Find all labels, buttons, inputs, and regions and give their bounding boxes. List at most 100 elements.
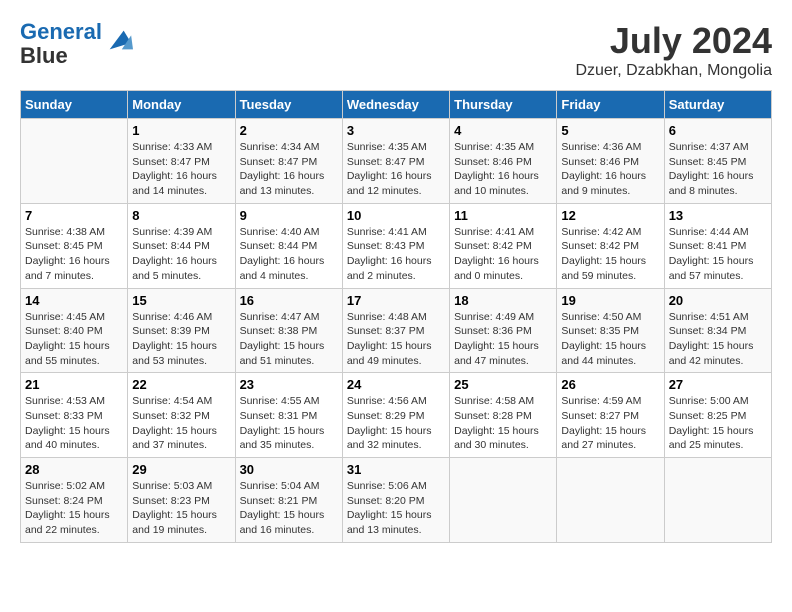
day-info: Sunrise: 4:48 AMSunset: 8:37 PMDaylight:… bbox=[347, 310, 445, 369]
day-info: Sunrise: 5:03 AMSunset: 8:23 PMDaylight:… bbox=[132, 479, 230, 538]
calendar-cell: 27 Sunrise: 5:00 AMSunset: 8:25 PMDayligh… bbox=[664, 373, 771, 458]
day-number: 28 bbox=[25, 462, 123, 477]
day-number: 21 bbox=[25, 377, 123, 392]
calendar-week-row: 14 Sunrise: 4:45 AMSunset: 8:40 PMDayligh… bbox=[21, 288, 772, 373]
day-info: Sunrise: 4:37 AMSunset: 8:45 PMDaylight:… bbox=[669, 140, 767, 199]
day-info: Sunrise: 4:41 AMSunset: 8:43 PMDaylight:… bbox=[347, 225, 445, 284]
calendar-cell: 3 Sunrise: 4:35 AMSunset: 8:47 PMDaylight… bbox=[342, 119, 449, 204]
day-info: Sunrise: 4:39 AMSunset: 8:44 PMDaylight:… bbox=[132, 225, 230, 284]
day-number: 7 bbox=[25, 208, 123, 223]
month-title: July 2024 bbox=[575, 20, 772, 62]
calendar-cell: 19Sunrise: 4:50 AMSunset: 8:35 PMDayligh… bbox=[557, 288, 664, 373]
day-of-week-header: Saturday bbox=[664, 91, 771, 119]
calendar-cell: 8 Sunrise: 4:39 AMSunset: 8:44 PMDaylight… bbox=[128, 203, 235, 288]
day-number: 18 bbox=[454, 293, 552, 308]
day-of-week-header: Sunday bbox=[21, 91, 128, 119]
calendar-cell: 5 Sunrise: 4:36 AMSunset: 8:46 PMDaylight… bbox=[557, 119, 664, 204]
calendar-cell: 7 Sunrise: 4:38 AMSunset: 8:45 PMDaylight… bbox=[21, 203, 128, 288]
day-number: 19 bbox=[561, 293, 659, 308]
day-number: 13 bbox=[669, 208, 767, 223]
calendar-cell: 22 Sunrise: 4:54 AMSunset: 8:32 PMDayligh… bbox=[128, 373, 235, 458]
day-number: 25 bbox=[454, 377, 552, 392]
calendar-cell: 17 Sunrise: 4:48 AMSunset: 8:37 PMDayligh… bbox=[342, 288, 449, 373]
calendar-cell: 20 Sunrise: 4:51 AMSunset: 8:34 PMDayligh… bbox=[664, 288, 771, 373]
day-of-week-header: Wednesday bbox=[342, 91, 449, 119]
day-number: 23 bbox=[240, 377, 338, 392]
day-info: Sunrise: 4:46 AMSunset: 8:39 PMDaylight:… bbox=[132, 310, 230, 369]
day-number: 6 bbox=[669, 123, 767, 138]
day-number: 30 bbox=[240, 462, 338, 477]
day-info: Sunrise: 4:34 AMSunset: 8:47 PMDaylight:… bbox=[240, 140, 338, 199]
day-number: 24 bbox=[347, 377, 445, 392]
calendar-cell bbox=[557, 458, 664, 543]
day-number: 10 bbox=[347, 208, 445, 223]
calendar-week-row: 28 Sunrise: 5:02 AMSunset: 8:24 PMDayligh… bbox=[21, 458, 772, 543]
day-number: 27 bbox=[669, 377, 767, 392]
calendar-cell: 9 Sunrise: 4:40 AMSunset: 8:44 PMDaylight… bbox=[235, 203, 342, 288]
day-of-week-header: Thursday bbox=[450, 91, 557, 119]
day-number: 20 bbox=[669, 293, 767, 308]
calendar-cell: 31Sunrise: 5:06 AMSunset: 8:20 PMDayligh… bbox=[342, 458, 449, 543]
day-info: Sunrise: 4:59 AMSunset: 8:27 PMDaylight:… bbox=[561, 394, 659, 453]
day-info: Sunrise: 4:49 AMSunset: 8:36 PMDaylight:… bbox=[454, 310, 552, 369]
day-number: 1 bbox=[132, 123, 230, 138]
day-info: Sunrise: 4:44 AMSunset: 8:41 PMDaylight:… bbox=[669, 225, 767, 284]
calendar-cell: 12 Sunrise: 4:42 AMSunset: 8:42 PMDayligh… bbox=[557, 203, 664, 288]
calendar-cell: 15 Sunrise: 4:46 AMSunset: 8:39 PMDayligh… bbox=[128, 288, 235, 373]
day-number: 3 bbox=[347, 123, 445, 138]
day-number: 29 bbox=[132, 462, 230, 477]
title-block: July 2024 Dzuer, Dzabkhan, Mongolia bbox=[575, 20, 772, 80]
logo-text: GeneralBlue bbox=[20, 20, 102, 68]
day-number: 16 bbox=[240, 293, 338, 308]
day-info: Sunrise: 4:33 AMSunset: 8:47 PMDaylight:… bbox=[132, 140, 230, 199]
day-number: 9 bbox=[240, 208, 338, 223]
calendar-cell: 14 Sunrise: 4:45 AMSunset: 8:40 PMDayligh… bbox=[21, 288, 128, 373]
calendar-table: SundayMondayTuesdayWednesdayThursdayFrid… bbox=[20, 90, 772, 543]
day-info: Sunrise: 4:55 AMSunset: 8:31 PMDaylight:… bbox=[240, 394, 338, 453]
day-number: 17 bbox=[347, 293, 445, 308]
day-info: Sunrise: 4:38 AMSunset: 8:45 PMDaylight:… bbox=[25, 225, 123, 284]
calendar-week-row: 21 Sunrise: 4:53 AMSunset: 8:33 PMDayligh… bbox=[21, 373, 772, 458]
day-number: 11 bbox=[454, 208, 552, 223]
day-info: Sunrise: 4:51 AMSunset: 8:34 PMDaylight:… bbox=[669, 310, 767, 369]
calendar-cell bbox=[450, 458, 557, 543]
day-info: Sunrise: 4:36 AMSunset: 8:46 PMDaylight:… bbox=[561, 140, 659, 199]
day-info: Sunrise: 4:54 AMSunset: 8:32 PMDaylight:… bbox=[132, 394, 230, 453]
calendar-cell: 13 Sunrise: 4:44 AMSunset: 8:41 PMDayligh… bbox=[664, 203, 771, 288]
day-info: Sunrise: 4:56 AMSunset: 8:29 PMDaylight:… bbox=[347, 394, 445, 453]
calendar-cell: 18 Sunrise: 4:49 AMSunset: 8:36 PMDayligh… bbox=[450, 288, 557, 373]
day-info: Sunrise: 5:00 AMSunset: 8:25 PMDaylight:… bbox=[669, 394, 767, 453]
day-number: 12 bbox=[561, 208, 659, 223]
calendar-cell: 25Sunrise: 4:58 AMSunset: 8:28 PMDayligh… bbox=[450, 373, 557, 458]
day-info: Sunrise: 4:35 AMSunset: 8:47 PMDaylight:… bbox=[347, 140, 445, 199]
day-number: 15 bbox=[132, 293, 230, 308]
day-of-week-header: Tuesday bbox=[235, 91, 342, 119]
day-info: Sunrise: 4:42 AMSunset: 8:42 PMDaylight:… bbox=[561, 225, 659, 284]
logo: GeneralBlue bbox=[20, 20, 133, 68]
calendar-week-row: 1 Sunrise: 4:33 AMSunset: 8:47 PMDaylight… bbox=[21, 119, 772, 204]
day-info: Sunrise: 5:02 AMSunset: 8:24 PMDaylight:… bbox=[25, 479, 123, 538]
day-number: 22 bbox=[132, 377, 230, 392]
calendar-cell: 10 Sunrise: 4:41 AMSunset: 8:43 PMDayligh… bbox=[342, 203, 449, 288]
day-info: Sunrise: 4:47 AMSunset: 8:38 PMDaylight:… bbox=[240, 310, 338, 369]
day-number: 14 bbox=[25, 293, 123, 308]
calendar-cell bbox=[21, 119, 128, 204]
day-info: Sunrise: 4:45 AMSunset: 8:40 PMDaylight:… bbox=[25, 310, 123, 369]
day-info: Sunrise: 4:53 AMSunset: 8:33 PMDaylight:… bbox=[25, 394, 123, 453]
calendar-cell: 30Sunrise: 5:04 AMSunset: 8:21 PMDayligh… bbox=[235, 458, 342, 543]
calendar-cell: 6 Sunrise: 4:37 AMSunset: 8:45 PMDaylight… bbox=[664, 119, 771, 204]
day-number: 31 bbox=[347, 462, 445, 477]
calendar-cell: 23 Sunrise: 4:55 AMSunset: 8:31 PMDayligh… bbox=[235, 373, 342, 458]
day-info: Sunrise: 4:35 AMSunset: 8:46 PMDaylight:… bbox=[454, 140, 552, 199]
day-info: Sunrise: 4:40 AMSunset: 8:44 PMDaylight:… bbox=[240, 225, 338, 284]
day-number: 26 bbox=[561, 377, 659, 392]
day-number: 5 bbox=[561, 123, 659, 138]
page-header: GeneralBlue July 2024 Dzuer, Dzabkhan, M… bbox=[20, 20, 772, 80]
day-number: 4 bbox=[454, 123, 552, 138]
calendar-cell: 21 Sunrise: 4:53 AMSunset: 8:33 PMDayligh… bbox=[21, 373, 128, 458]
calendar-cell: 29 Sunrise: 5:03 AMSunset: 8:23 PMDayligh… bbox=[128, 458, 235, 543]
day-number: 8 bbox=[132, 208, 230, 223]
calendar-cell: 1 Sunrise: 4:33 AMSunset: 8:47 PMDaylight… bbox=[128, 119, 235, 204]
day-info: Sunrise: 4:41 AMSunset: 8:42 PMDaylight:… bbox=[454, 225, 552, 284]
calendar-cell: 24 Sunrise: 4:56 AMSunset: 8:29 PMDayligh… bbox=[342, 373, 449, 458]
